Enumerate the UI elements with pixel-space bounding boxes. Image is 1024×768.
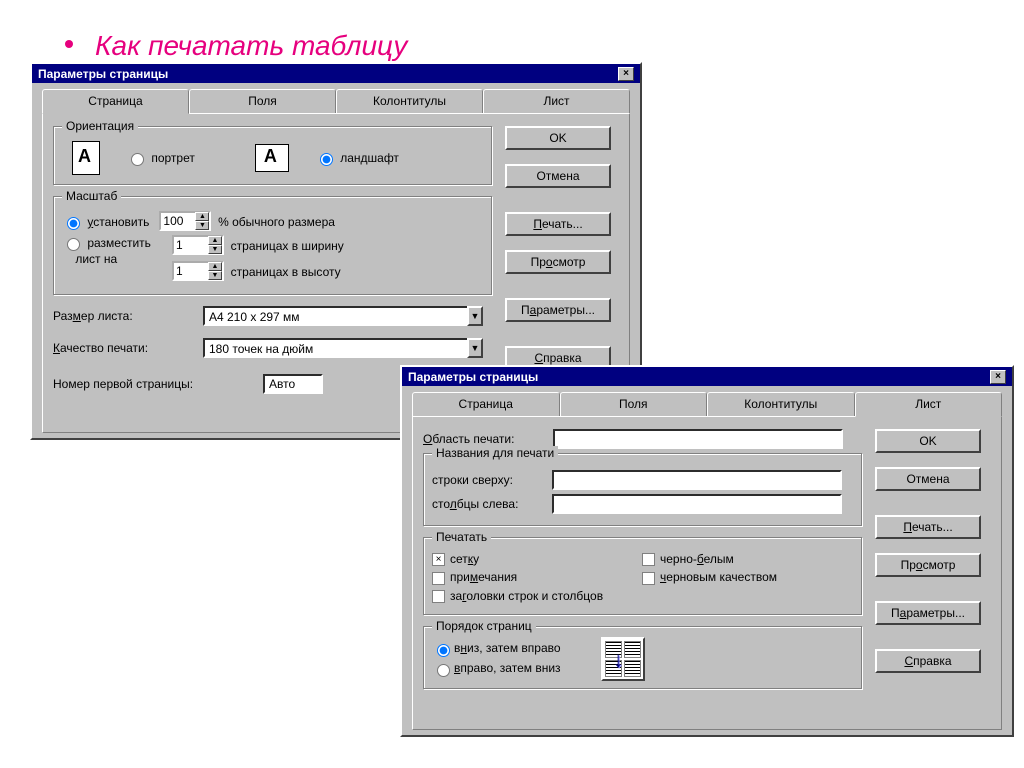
options-button[interactable]: Параметры... [505,298,611,322]
scale-percent-input[interactable] [161,213,195,229]
slide-bullet [65,40,73,48]
print-quality-label: Качество печати: [53,341,203,355]
checkbox-draft[interactable]: черновым качеством [642,570,777,584]
page-setup-dialog-2: Параметры страницы × Страница Поля Колон… [400,365,1014,737]
scale-percent-suffix: % обычного размера [218,215,335,229]
preview-button[interactable]: Просмотр [505,250,611,274]
first-page-label: Номер первой страницы: [53,377,263,391]
spinner-down-icon[interactable]: ▼ [208,245,222,254]
scale-legend: Масштаб [62,189,121,203]
print-titles-legend: Названия для печати [432,446,558,460]
fit-wide-spinner[interactable]: ▲▼ [172,235,224,255]
tab-sheet[interactable]: Лист [483,89,630,114]
dialog-title: Параметры страницы [38,67,168,81]
ok-button[interactable]: OK [875,429,981,453]
orientation-legend: Ориентация [62,119,138,133]
dropdown-icon[interactable]: ▼ [467,306,483,326]
titlebar: Параметры страницы × [402,367,1012,386]
radio-over-then-down[interactable]: вправо, затем вниз [432,661,561,675]
paper-size-combo[interactable]: A4 210 x 297 мм [203,306,483,326]
tab-pane-sheet: Область печати: Названия для печати стро… [412,416,1002,730]
tab-margins[interactable]: Поля [189,89,336,114]
paper-size-label: Размер листа: [53,309,203,323]
rows-top-input[interactable] [552,470,842,490]
page-order-preview-icon: ↓ [601,637,645,681]
portrait-icon [72,141,100,175]
tab-page[interactable]: Страница [412,392,560,417]
spinner-up-icon[interactable]: ▲ [195,212,209,221]
dialog-buttons: OK Отмена Печать... Просмотр Параметры..… [505,126,611,384]
spinner-down-icon[interactable]: ▼ [208,271,222,280]
checkbox-bw[interactable]: черно-белым [642,552,734,566]
preview-button[interactable]: Просмотр [875,553,981,577]
tab-headerfooter[interactable]: Колонтитулы [707,392,855,417]
page-order-legend: Порядок страниц [432,619,536,633]
fit-wide-input[interactable] [174,237,208,253]
page-order-group: Порядок страниц вниз, затем вправо вправ… [423,626,863,690]
titlebar: Параметры страницы × [32,64,640,83]
ok-button[interactable]: OK [505,126,611,150]
radio-portrait[interactable]: портрет [126,150,195,166]
print-titles-group: Названия для печати строки сверху: столб… [423,453,863,527]
radio-landscape[interactable]: ландшафт [315,150,399,166]
print-quality-combo[interactable]: 180 точек на дюйм [203,338,483,358]
print-options-legend: Печатать [432,530,491,544]
print-options-group: Печатать ×сетку примечания заголовки стр… [423,537,863,616]
scale-percent-spinner[interactable]: ▲▼ [159,211,211,231]
rows-top-label: строки сверху: [432,473,552,487]
help-button[interactable]: Справка [875,649,981,673]
close-icon[interactable]: × [618,67,634,81]
cancel-button[interactable]: Отмена [505,164,611,188]
landscape-icon [255,144,289,172]
tab-page[interactable]: Страница [42,89,189,114]
tab-margins[interactable]: Поля [560,392,708,417]
radio-scale-fit[interactable]: разместить лист на [62,235,172,266]
tabs: Страница Поля Колонтитулы Лист [42,89,630,114]
fit-wide-suffix: страницах в ширину [231,239,344,253]
checkbox-notes[interactable]: примечания [432,570,517,584]
cols-left-input[interactable] [552,494,842,514]
fit-tall-input[interactable] [174,263,208,279]
spinner-up-icon[interactable]: ▲ [208,262,222,271]
dialog-buttons: OK Отмена Печать... Просмотр Параметры..… [875,429,981,687]
cancel-button[interactable]: Отмена [875,467,981,491]
checkbox-headings[interactable]: заголовки строк и столбцов [432,589,603,603]
options-button[interactable]: Параметры... [875,601,981,625]
slide-title: Как печатать таблицу [95,30,407,62]
fit-tall-suffix: страницах в высоту [231,265,341,279]
cols-left-label: столбцы слева: [432,497,552,511]
dropdown-icon[interactable]: ▼ [467,338,483,358]
close-icon[interactable]: × [990,370,1006,384]
print-area-input[interactable] [553,429,843,449]
spinner-up-icon[interactable]: ▲ [208,236,222,245]
print-button[interactable]: Печать... [875,515,981,539]
orientation-group: Ориентация портрет ландшафт [53,126,493,186]
spinner-down-icon[interactable]: ▼ [195,221,209,230]
fit-tall-spinner[interactable]: ▲▼ [172,261,224,281]
tabs: Страница Поля Колонтитулы Лист [412,392,1002,417]
checkbox-gridlines[interactable]: ×сетку [432,552,479,566]
dialog-title: Параметры страницы [408,370,538,384]
radio-scale-set[interactable]: установить [62,214,153,228]
first-page-input[interactable] [263,374,323,394]
print-button[interactable]: Печать... [505,212,611,236]
scale-group: Масштаб установить ▲▼ % обычного размера [53,196,493,296]
tab-sheet[interactable]: Лист [855,392,1003,417]
tab-headerfooter[interactable]: Колонтитулы [336,89,483,114]
print-area-label: Область печати: [423,432,553,446]
radio-down-then-over[interactable]: вниз, затем вправо [432,641,561,655]
